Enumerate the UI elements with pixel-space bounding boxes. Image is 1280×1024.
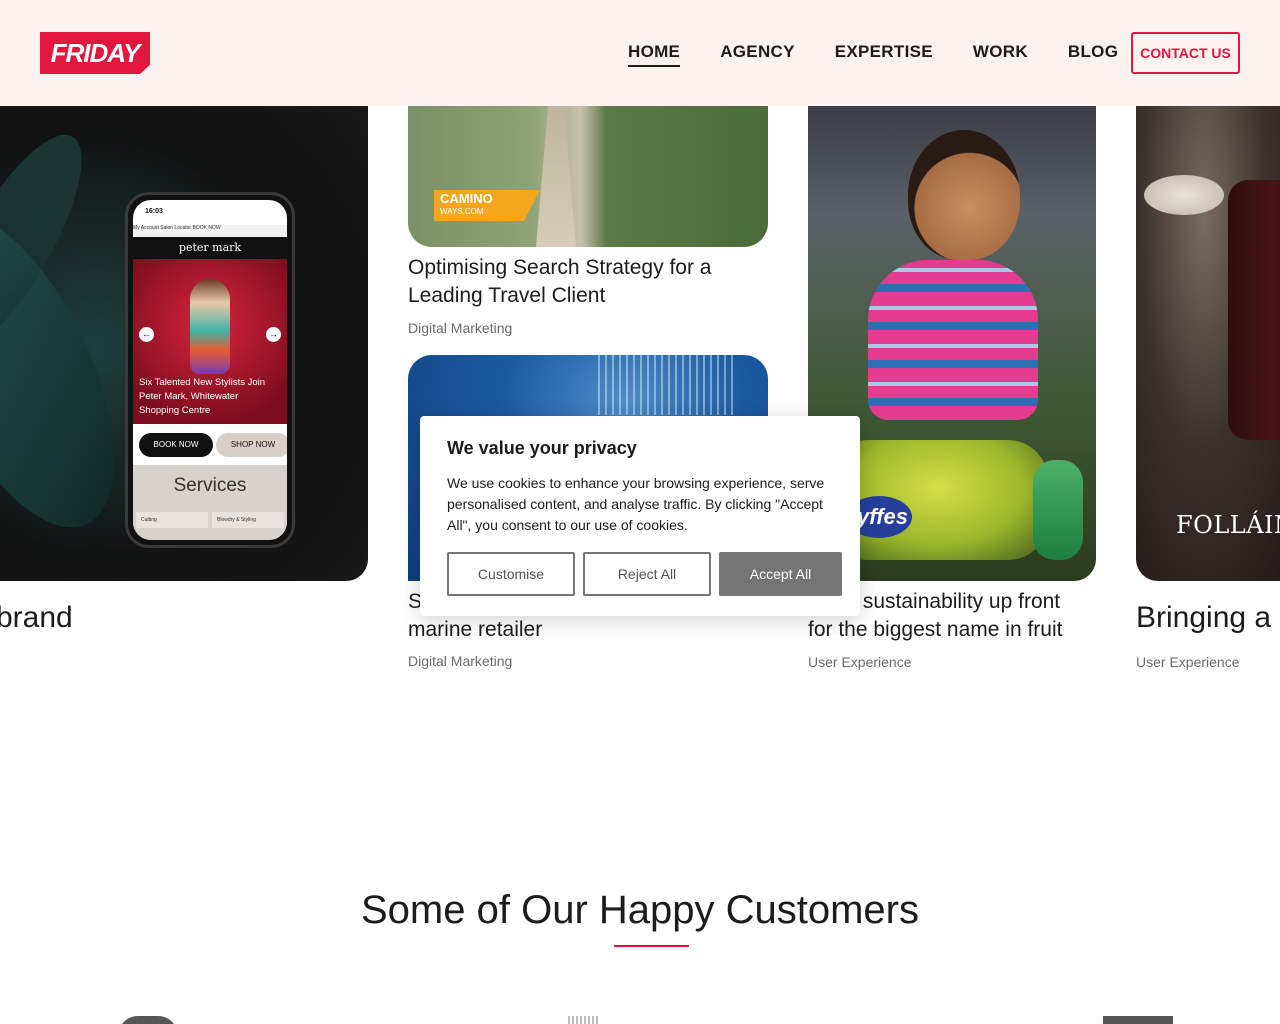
phone-screen: 16:03 My Account Salon Locator BOOK NOW … [133, 200, 287, 540]
cookie-consent-dialog: We value your privacy We use cookies to … [420, 416, 860, 616]
green-glove [1033, 460, 1083, 560]
camino-logo: CAMINO WAYS.COM [434, 190, 540, 221]
follain-logo: FOLLÁIN [1176, 511, 1280, 539]
site-header: FRIDAY HOME AGENCY EXPERTISE WORK BLOG C… [0, 0, 1280, 106]
marina-boats [598, 355, 738, 415]
arrow-right-icon: → [266, 327, 281, 342]
fyffes-title-line2[interactable]: for the biggest name in fruit [808, 616, 1128, 644]
main-nav: HOME AGENCY EXPERTISE WORK BLOG [628, 42, 1118, 67]
product-jar [1228, 180, 1280, 440]
phone-service-item: Blowdry & Styling [212, 512, 284, 528]
phone-time: 16:03 [145, 208, 163, 215]
camino-title[interactable]: Optimising Search Strategy for a Leading… [408, 254, 758, 310]
reject-all-button[interactable]: Reject All [583, 552, 711, 596]
phone-shop-now: SHOP NOW [216, 433, 287, 457]
customers-heading: Some of Our Happy Customers [361, 888, 919, 932]
follain-category: User Experience [1136, 654, 1240, 670]
customise-button[interactable]: Customise [447, 552, 575, 596]
friday-logo[interactable]: FRIDAY [40, 32, 150, 74]
follain-card-image[interactable]: FOLLÁIN [1136, 60, 1280, 581]
camino-logo-line2: WAYS.COM [440, 207, 484, 216]
peter-mark-title[interactable]: brand [0, 601, 73, 635]
page: 16:03 My Account Salon Locator BOOK NOW … [0, 0, 1280, 1024]
phone-services: Services Cutting Blowdry & Styling [133, 465, 287, 540]
marine-category: Digital Marketing [408, 653, 513, 669]
nav-expertise[interactable]: EXPERTISE [835, 42, 933, 62]
customer-logo [1103, 1016, 1173, 1024]
customer-logo [118, 1016, 178, 1024]
nav-work[interactable]: WORK [973, 42, 1028, 62]
arrow-left-icon: ← [139, 327, 154, 342]
phone-book-now: BOOK NOW [139, 433, 213, 457]
phone-brand: peter mark [133, 237, 287, 259]
phone-hero: ← → Six Talented New Stylists Join Peter… [133, 259, 287, 424]
follain-title[interactable]: Bringing a [1136, 601, 1271, 635]
cookie-buttons: Customise Reject All Accept All [447, 552, 842, 596]
contact-us-button[interactable]: CONTACT US [1131, 32, 1240, 74]
logo-text: FRIDAY [50, 37, 141, 68]
phone-services-title: Services [173, 475, 247, 496]
accept-all-button[interactable]: Accept All [719, 552, 842, 596]
nav-home[interactable]: HOME [628, 42, 681, 67]
phone-mockup: 16:03 My Account Salon Locator BOOK NOW … [125, 192, 295, 548]
worker-head [908, 130, 1020, 260]
nav-agency[interactable]: AGENCY [720, 42, 795, 62]
cream-dish [1144, 175, 1224, 215]
camino-category: Digital Marketing [408, 320, 513, 336]
cookie-heading: We value your privacy [447, 438, 637, 458]
nav-blog[interactable]: BLOG [1068, 42, 1118, 62]
marine-title-end[interactable]: marine retailer [408, 616, 542, 644]
camino-logo-line1: CAMINO [440, 191, 493, 206]
cookie-body: We use cookies to enhance your browsing … [447, 475, 825, 533]
fyffes-category: User Experience [808, 654, 912, 670]
phone-caption: Six Talented New Stylists Join Peter Mar… [139, 377, 266, 416]
peter-mark-card-image[interactable]: 16:03 My Account Salon Locator BOOK NOW … [0, 60, 368, 581]
model-figure [190, 279, 230, 374]
heading-underline [614, 945, 689, 947]
customer-logo [568, 1016, 598, 1024]
phone-service-item: Cutting [136, 512, 208, 528]
phone-topbar: My Account Salon Locator BOOK NOW [133, 225, 287, 237]
worker-shirt [868, 260, 1038, 420]
